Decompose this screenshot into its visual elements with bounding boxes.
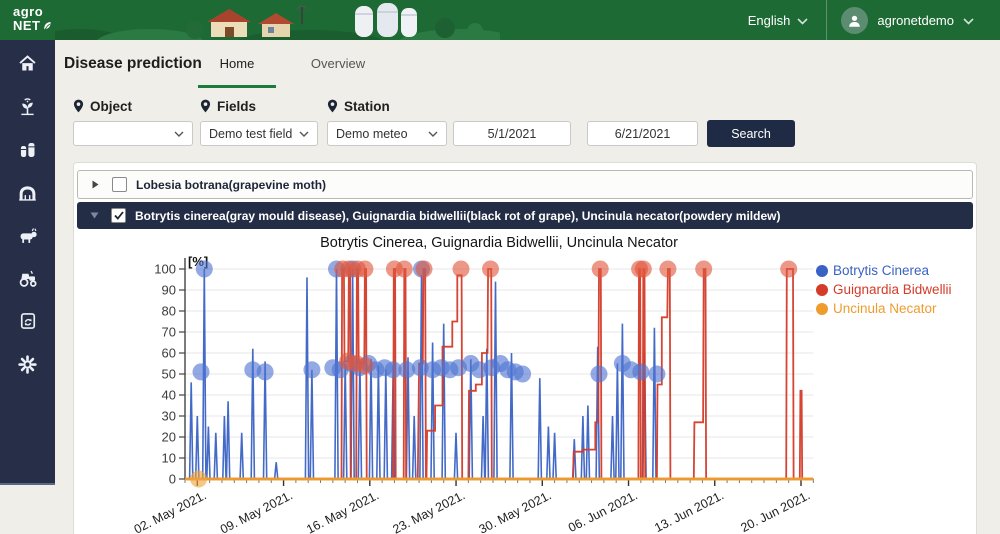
greenhouse-icon xyxy=(17,182,38,203)
x-tick-label: 20. Jun 2021. xyxy=(738,488,812,534)
tab-strip: Disease prediction Home Overview xyxy=(55,40,1000,88)
legend-item-botrytis[interactable]: Botrytis Cinerea xyxy=(816,263,952,278)
chevron-right-icon xyxy=(78,180,112,189)
legend-dot xyxy=(816,284,828,296)
sidebar-item-silo[interactable] xyxy=(10,138,46,160)
content-panel: Lobesia botrana(grapevine moth) Botrytis… xyxy=(73,162,977,534)
legend-dot xyxy=(816,303,828,315)
chevron-down-icon xyxy=(174,131,184,137)
y-tick-label: 30 xyxy=(162,409,176,424)
accordion-lobesia[interactable]: Lobesia botrana(grapevine moth) xyxy=(77,170,973,199)
sidebar-item-crop-monitoring[interactable] xyxy=(10,95,46,117)
station-select[interactable]: Demo meteo xyxy=(327,121,447,146)
sidebar-item-machinery[interactable] xyxy=(10,267,46,289)
user-menu[interactable]: agronetdemo xyxy=(827,7,1000,34)
cow-icon xyxy=(17,225,39,246)
botrytis-checkbox[interactable] xyxy=(111,208,126,223)
plant-sensor-icon xyxy=(17,96,38,117)
app-logo[interactable]: agro NET xyxy=(13,5,52,35)
username-label: agronetdemo xyxy=(877,13,954,28)
date-to-input[interactable]: 6/21/2021 xyxy=(587,121,698,146)
series-markers-uncinula-necator xyxy=(190,471,207,488)
gear-icon xyxy=(17,354,38,375)
field-book-icon xyxy=(18,311,38,331)
logo-text-top: agro xyxy=(13,4,43,19)
filter-bar: Object Fields Demo test field Station De… xyxy=(55,88,1000,162)
fields-select-value: Demo test field xyxy=(209,127,299,141)
tab-overview[interactable]: Overview xyxy=(295,40,381,85)
object-filter-label: Object xyxy=(73,96,193,116)
chevron-down-icon xyxy=(963,13,974,28)
date-from-value: 5/1/2021 xyxy=(488,127,537,141)
chevron-down-icon xyxy=(428,131,438,137)
legend-label: Botrytis Cinerea xyxy=(833,263,929,278)
legend-label: Uncinula Necator xyxy=(833,301,937,316)
legend-dot xyxy=(816,265,828,277)
app-header: agro NET English agronetdemo xyxy=(0,0,1000,40)
y-tick-label: 10 xyxy=(162,451,176,466)
chevron-down-icon xyxy=(797,13,808,28)
sidebar-item-reports[interactable] xyxy=(10,310,46,332)
sidebar-nav xyxy=(0,40,55,485)
accordion-label: Lobesia botrana(grapevine moth) xyxy=(136,178,326,192)
station-select-value: Demo meteo xyxy=(336,127,428,141)
x-tick-label: 30. May 2021. xyxy=(477,488,554,534)
sidebar-item-greenhouse[interactable] xyxy=(10,181,46,203)
sidebar-item-home[interactable] xyxy=(10,52,46,74)
avatar xyxy=(841,7,868,34)
language-label: English xyxy=(748,13,791,28)
series-markers-botrytis-cinerea xyxy=(193,261,666,383)
chart-title: Botrytis Cinerea, Guignardia Bidwellii, … xyxy=(124,235,874,251)
legend-item-guignardia[interactable]: Guignardia Bidwellii xyxy=(816,282,952,297)
date-to-value: 6/21/2021 xyxy=(615,127,671,141)
y-tick-label: 100 xyxy=(154,262,176,277)
object-select[interactable] xyxy=(73,121,193,146)
x-tick-label: 02. May 2021. xyxy=(132,488,209,534)
page-title: Disease prediction xyxy=(64,40,202,88)
tab-home[interactable]: Home xyxy=(198,40,276,88)
pin-icon xyxy=(73,99,84,113)
pin-icon xyxy=(327,99,338,113)
pin-icon xyxy=(200,99,211,113)
fields-filter-label: Fields xyxy=(200,96,318,116)
search-button[interactable]: Search xyxy=(707,120,795,147)
accordion-botrytis[interactable]: Botrytis cinerea(gray mould disease), Gu… xyxy=(77,202,973,229)
chevron-down-icon xyxy=(299,131,309,137)
y-tick-label: 20 xyxy=(162,430,176,445)
x-tick-label: 13. Jun 2021. xyxy=(652,488,726,534)
x-tick-label: 23. May 2021. xyxy=(390,488,467,534)
y-tick-label: 90 xyxy=(162,283,176,298)
y-tick-label: 80 xyxy=(162,304,176,319)
x-tick-label: 09. May 2021. xyxy=(218,488,295,534)
lobesia-checkbox[interactable] xyxy=(112,177,127,192)
station-filter-label: Station xyxy=(327,96,447,116)
y-tick-label: 70 xyxy=(162,325,176,340)
y-tick-label: 0 xyxy=(169,472,176,487)
y-tick-label: 50 xyxy=(162,367,176,382)
leaf-icon xyxy=(42,21,52,35)
y-tick-label: 40 xyxy=(162,388,176,403)
legend-label: Guignardia Bidwellii xyxy=(833,282,952,297)
chevron-down-icon xyxy=(77,212,111,219)
accordion-label: Botrytis cinerea(gray mould disease), Gu… xyxy=(135,209,780,223)
logo-text-bottom: NET xyxy=(13,18,41,33)
fields-select[interactable]: Demo test field xyxy=(200,121,318,146)
chart-legend: Botrytis Cinerea Guignardia Bidwellii Un… xyxy=(816,263,952,316)
sidebar-item-livestock[interactable] xyxy=(10,224,46,246)
tractor-icon xyxy=(17,268,39,289)
x-tick-label: 06. Jun 2021. xyxy=(566,488,640,534)
sidebar-item-settings[interactable] xyxy=(10,353,46,375)
home-icon xyxy=(17,53,38,74)
language-selector[interactable]: English xyxy=(730,13,827,28)
farm-illustration xyxy=(55,0,500,40)
y-tick-label: 60 xyxy=(162,346,176,361)
legend-item-uncinula[interactable]: Uncinula Necator xyxy=(816,301,952,316)
date-from-input[interactable]: 5/1/2021 xyxy=(453,121,571,146)
silo-icon xyxy=(17,139,38,160)
x-tick-label: 16. May 2021. xyxy=(304,488,381,534)
